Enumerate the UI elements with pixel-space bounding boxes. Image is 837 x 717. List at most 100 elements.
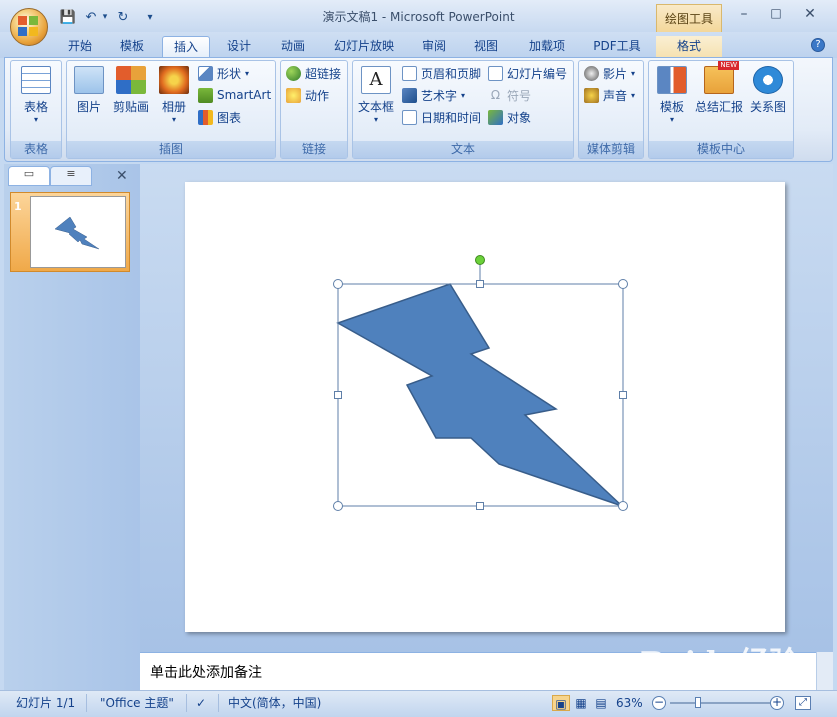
resize-handle-w[interactable] [334, 391, 342, 399]
symbol-label: 符号 [507, 88, 532, 103]
chart-button[interactable]: 图表 [198, 108, 241, 126]
tab-addins[interactable]: 加载项 [520, 36, 574, 58]
maximize-button[interactable]: □ [762, 6, 790, 24]
action-label: 动作 [305, 88, 330, 103]
slide-number-icon [488, 65, 503, 81]
header-footer-label: 页眉和页脚 [421, 66, 482, 81]
resize-handle-ne[interactable] [618, 279, 628, 289]
baidu-watermark: Baidu经验jingyan.baidu.com [640, 638, 800, 698]
tab-review[interactable]: 审阅 [412, 36, 456, 58]
smartart-button[interactable]: SmartArt [198, 86, 271, 104]
fit-to-window-icon[interactable]: ⤢ [795, 696, 811, 710]
tab-insert[interactable]: 插入 [162, 36, 210, 58]
tab-template[interactable]: 模板 [110, 36, 154, 58]
tab-animation[interactable]: 动画 [270, 36, 316, 58]
chevron-down-icon: ▾ [631, 90, 636, 100]
zoom-slider[interactable] [670, 702, 770, 704]
tab-home[interactable]: 开始 [58, 36, 102, 58]
notes-placeholder: 单击此处添加备注 [150, 665, 262, 681]
smartart-icon [198, 87, 213, 103]
movie-label: 影片 [603, 66, 628, 81]
tab-slideshow[interactable]: 幻灯片放映 [326, 36, 402, 58]
spellcheck-icon[interactable]: ✓ [196, 695, 214, 711]
vertical-scrollbar[interactable] [816, 652, 833, 690]
minimize-button[interactable]: – [730, 6, 758, 24]
slide-number-button[interactable]: 幻灯片编号 [488, 64, 567, 82]
object-icon [488, 109, 503, 125]
slide-sorter-icon[interactable]: ▦ [572, 695, 590, 711]
pane-close-icon[interactable]: ✕ [116, 168, 128, 184]
relation-chart-button[interactable]: 关系图 [748, 66, 788, 115]
tab-format[interactable]: 格式 [656, 36, 722, 58]
lightning-bolt-shape[interactable] [336, 283, 623, 507]
slideshow-view-icon[interactable]: ▤ [592, 695, 610, 711]
shapes-button[interactable]: 形状 ▾ [198, 64, 249, 82]
picture-button[interactable]: 图片 [72, 66, 106, 115]
chart-icon [198, 109, 213, 125]
resize-handle-n[interactable] [476, 280, 484, 288]
omega-icon: Ω [490, 87, 501, 102]
movie-button[interactable]: 影片 ▾ [584, 64, 635, 82]
rotation-handle[interactable] [475, 255, 485, 265]
datetime-button[interactable]: 日期和时间 [402, 108, 481, 126]
status-language: 中文(简体，中国) [228, 696, 322, 710]
zoom-level[interactable]: 63% [616, 695, 643, 711]
group-template-center-label: 模板中心 [649, 141, 793, 158]
normal-view-icon[interactable]: ▣ [552, 695, 570, 711]
resize-handle-se[interactable] [618, 501, 628, 511]
envelope-icon: NEW [704, 61, 739, 94]
group-illustrations-label: 插图 [67, 141, 275, 158]
status-divider [86, 694, 87, 712]
thumbnail-lightning-shape [54, 216, 100, 250]
smartart-label: SmartArt [217, 88, 272, 102]
calendar-icon [402, 109, 417, 125]
slide-canvas[interactable] [185, 182, 785, 632]
status-divider [218, 694, 219, 712]
slide-thumbnail[interactable] [30, 196, 126, 268]
outline-tab[interactable]: ≡ [50, 166, 92, 186]
group-text-label: 文本 [353, 141, 573, 158]
relation-chart-label: 关系图 [749, 100, 786, 114]
textbox-icon: A [361, 66, 391, 94]
tab-design[interactable]: 设计 [216, 36, 262, 58]
hyperlink-button[interactable]: 超链接 [286, 64, 341, 82]
symbol-button[interactable]: Ω 符号 [488, 86, 531, 104]
chevron-down-icon: ▾ [461, 90, 466, 100]
summary-report-button[interactable]: NEW 总结汇报 [694, 61, 744, 115]
help-icon[interactable]: ? [811, 38, 825, 52]
resize-handle-s[interactable] [476, 502, 484, 510]
tab-view[interactable]: 视图 [464, 36, 508, 58]
album-button[interactable]: 相册 ▾ [156, 66, 192, 124]
textbox-button[interactable]: A 文本框 ▾ [356, 66, 396, 124]
chevron-down-icon: ▾ [669, 115, 674, 124]
resize-handle-sw[interactable] [333, 501, 343, 511]
office-button[interactable] [10, 8, 48, 46]
object-button[interactable]: 对象 [488, 108, 531, 126]
resize-handle-e[interactable] [619, 391, 627, 399]
template-button[interactable]: 模板 ▾ [654, 66, 690, 124]
tab-pdf[interactable]: PDF工具 [586, 36, 648, 58]
action-button[interactable]: 动作 [286, 86, 329, 104]
summary-report-label: 总结汇报 [694, 100, 743, 114]
close-button[interactable]: ✕ [796, 6, 824, 24]
drawing-tools-header: 绘图工具 [656, 4, 722, 32]
chevron-down-icon: ▾ [245, 68, 250, 78]
zoom-out-icon[interactable]: − [652, 696, 666, 710]
slides-tab[interactable]: ▭ [8, 166, 50, 186]
header-footer-button[interactable]: 页眉和页脚 [402, 64, 481, 82]
office-logo-icon [18, 16, 40, 38]
clipart-button-label: 剪贴画 [112, 100, 149, 114]
status-divider [186, 694, 187, 712]
clipart-button[interactable]: 剪贴画 [110, 66, 152, 115]
template-icon [657, 66, 687, 94]
header-footer-icon [402, 65, 417, 81]
chevron-down-icon: ▾ [171, 115, 176, 124]
resize-handle-nw[interactable] [333, 279, 343, 289]
sound-button[interactable]: 声音 ▾ [584, 86, 635, 104]
table-button-label: 表格 [23, 100, 48, 114]
zoom-slider-knob[interactable] [695, 697, 701, 708]
zoom-in-icon[interactable]: + [770, 696, 784, 710]
table-button[interactable]: 表格 ▾ [16, 66, 56, 124]
slide-number-label: 幻灯片编号 [507, 66, 568, 81]
wordart-button[interactable]: 艺术字 ▾ [402, 86, 465, 104]
